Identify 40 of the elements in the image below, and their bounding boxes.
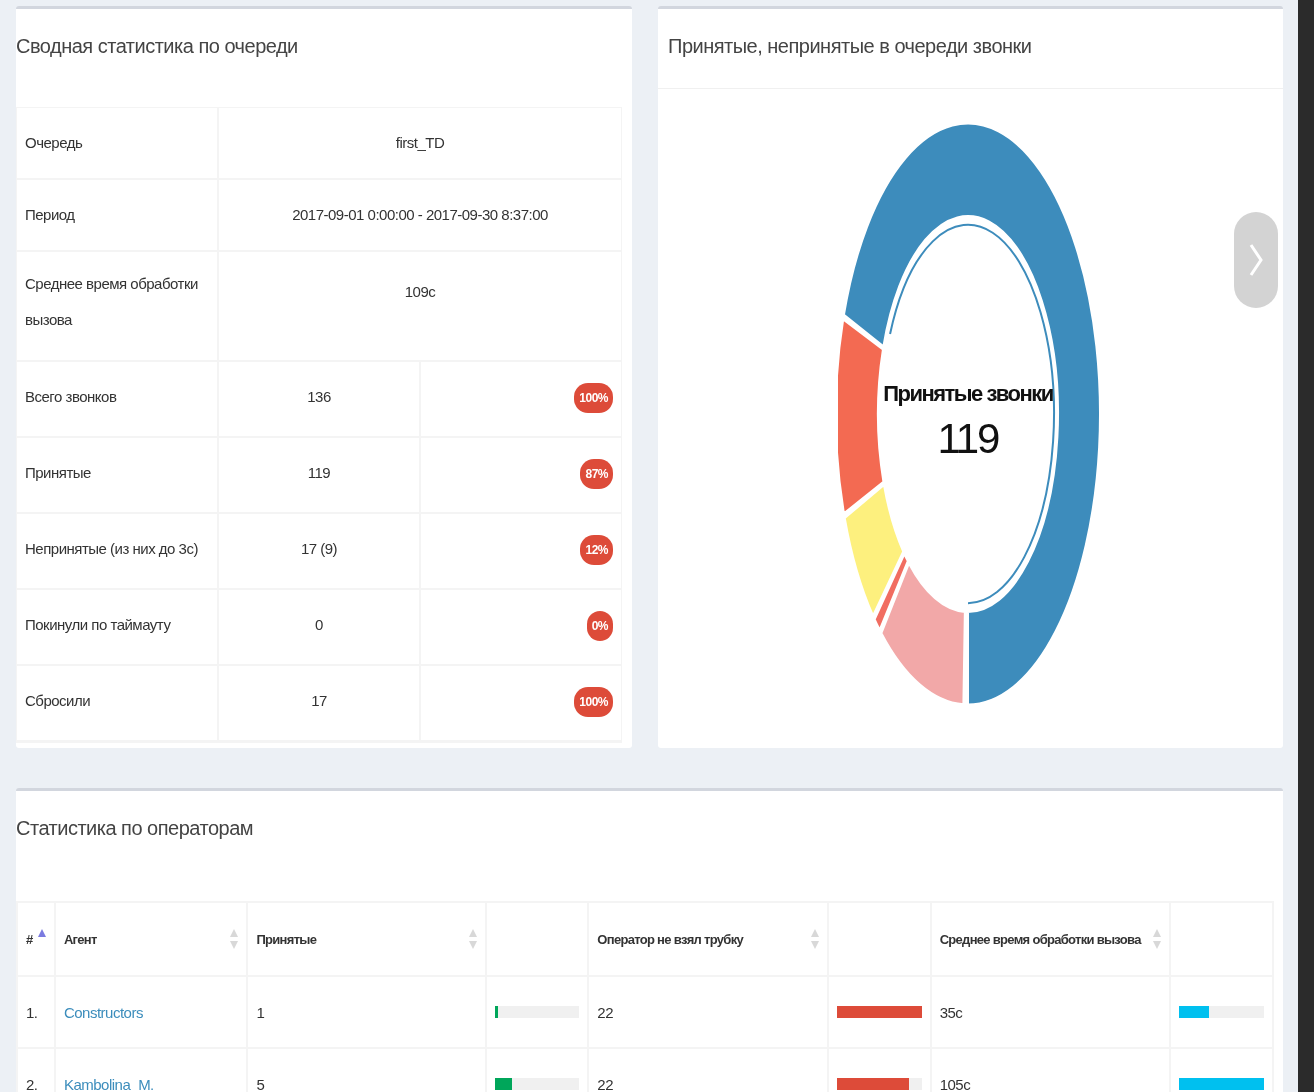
percent-badge: 87% bbox=[580, 459, 613, 489]
table-cell: 0 bbox=[219, 590, 421, 664]
agent-link[interactable]: Constructors bbox=[63, 1003, 143, 1021]
table-cell: Очередь bbox=[17, 108, 219, 178]
table-cell: Покинули по таймауту bbox=[17, 590, 219, 664]
table-cell: Непринятые (из них до 3с) bbox=[17, 514, 219, 588]
card-title: Сводная статистика по очереди bbox=[16, 34, 299, 59]
table-cell: Период bbox=[17, 180, 219, 250]
card-title: Принятые, непринятые в очереди звонки bbox=[658, 9, 1283, 89]
agent-link[interactable]: Kambolina_M. bbox=[63, 1075, 154, 1092]
center-label: Принятые звонки bbox=[882, 381, 1054, 407]
table-cell: 1 bbox=[247, 976, 486, 1048]
table-cell: 136 bbox=[219, 362, 421, 436]
column-header[interactable]: Среднее время обработки вызова bbox=[939, 931, 1141, 947]
table-cell: 119 bbox=[219, 438, 421, 512]
table-cell: 2. bbox=[17, 1048, 55, 1092]
table-cell: 17 bbox=[219, 666, 421, 740]
table-cell: Принятые bbox=[17, 438, 219, 512]
table-cell-text: 109с bbox=[403, 282, 437, 302]
percent-badge: 0% bbox=[586, 611, 613, 641]
card-title: Статистика по операторам bbox=[16, 816, 255, 841]
table-cell: Сбросили bbox=[17, 666, 219, 740]
column-header[interactable]: Агент bbox=[63, 931, 97, 947]
table-cell: Всего звонков bbox=[17, 362, 219, 436]
percent-badge: 12% bbox=[580, 535, 613, 565]
percent-badge: 100% bbox=[574, 687, 613, 717]
table-cell: 22 bbox=[588, 976, 829, 1048]
center-value: 119 bbox=[936, 415, 1000, 463]
table-cell: Среднее время обработки вызова bbox=[17, 252, 219, 360]
column-header[interactable]: Оператор не взял трубку bbox=[597, 931, 743, 947]
table-cell: 17 (9) bbox=[219, 514, 421, 588]
table-cell-text: 2017-09-01 0:00:00 - 2017-09-30 8:37:00 bbox=[291, 205, 549, 225]
next-button[interactable] bbox=[1234, 212, 1278, 308]
table-cell: 1. bbox=[17, 976, 55, 1048]
column-header[interactable]: # bbox=[26, 931, 33, 947]
table-cell: 35с bbox=[930, 976, 1171, 1048]
table-cell-text: first_TD bbox=[394, 133, 446, 153]
column-header[interactable]: Принятые bbox=[256, 931, 317, 947]
chevron-right-icon bbox=[1249, 243, 1263, 277]
percent-badge: 100% bbox=[574, 383, 613, 413]
